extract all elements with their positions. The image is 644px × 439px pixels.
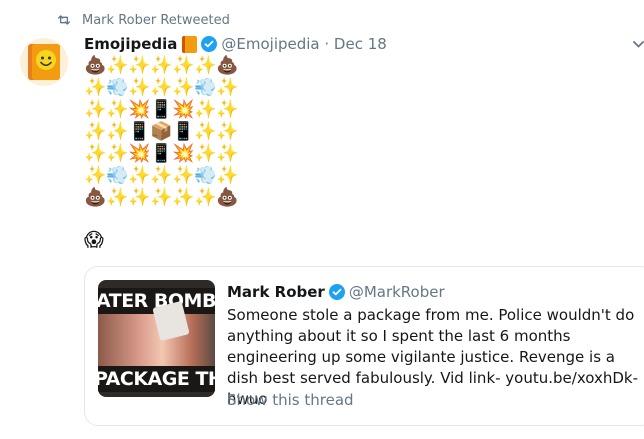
emoji-grid-cell: ✨ (194, 187, 217, 208)
emoji-grid-cell: ✨ (150, 187, 173, 208)
emoji-grid-cell: ✨ (216, 121, 239, 142)
chevron-down-icon[interactable] (633, 38, 644, 50)
emoji-grid-cell: ✨ (172, 187, 195, 208)
emoji-grid-cell: 📦 (150, 121, 173, 142)
retweet-context[interactable]: Mark Rober Retweeted (56, 10, 230, 30)
emoji-grid-cell: ✨ (150, 165, 173, 186)
emoji-grid-cell: ✨ (84, 77, 107, 98)
emoji-grid-cell: ✨ (172, 77, 195, 98)
emoji-grid-cell: ✨ (150, 77, 173, 98)
verified-badge-icon (328, 284, 345, 300)
emojipedia-logo-icon (28, 44, 60, 80)
emoji-grid-cell: 💨 (194, 77, 217, 98)
quoted-handle[interactable]: @MarkRober (349, 283, 445, 301)
emoji-grid-cell: ✨ (106, 187, 129, 208)
quoted-tweet[interactable]: ATER BOMB VS PACKAGE THIEF Mark Rober @M… (84, 266, 644, 426)
emoji-grid-cell: ✨ (106, 99, 129, 120)
author-name[interactable]: Emojipedia (84, 35, 177, 53)
emoji-grid-cell: ✨ (194, 121, 217, 142)
quoted-author-name[interactable]: Mark Rober (227, 283, 325, 301)
emoji-grid-cell: ✨ (150, 55, 173, 76)
emoji-grid-cell: ✨ (84, 143, 107, 164)
emoji-grid-cell: 💥 (172, 99, 195, 120)
emoji-grid-cell: ✨ (106, 55, 129, 76)
reaction-emoji: 😱 (84, 229, 104, 251)
emoji-grid-cell: ✨ (216, 143, 239, 164)
emoji-grid-cell: ✨ (216, 165, 239, 186)
emoji-grid-cell: ✨ (84, 121, 107, 142)
emoji-grid-cell: 💩 (84, 55, 107, 76)
show-thread-link[interactable]: Show this thread (227, 391, 354, 409)
emoji-grid-cell: 💩 (84, 187, 107, 208)
emoji-grid-cell: 📱 (150, 143, 173, 164)
book-emoji-icon (182, 35, 198, 53)
emoji-grid-cell: ✨ (128, 55, 151, 76)
thumbnail-title-bottom: PACKAGE THIEF (98, 366, 215, 392)
emoji-grid-cell: 💨 (106, 77, 129, 98)
verified-badge-icon (201, 36, 218, 52)
retweet-label: Mark Rober Retweeted (82, 12, 230, 28)
emoji-grid-cell: ✨ (106, 121, 129, 142)
emoji-grid-cell: ✨ (194, 55, 217, 76)
emoji-grid-cell: ✨ (128, 187, 151, 208)
emoji-grid-cell: ✨ (172, 55, 195, 76)
emoji-grid-cell: 💩 (216, 55, 239, 76)
emoji-grid-cell: ✨ (106, 143, 129, 164)
emoji-grid-cell: 💥 (128, 99, 151, 120)
avatar[interactable] (20, 38, 68, 86)
emoji-grid-cell: ✨ (84, 165, 107, 186)
emoji-grid-cell: 💨 (194, 165, 217, 186)
emoji-grid-cell: 📱 (172, 121, 195, 142)
video-thumbnail[interactable]: ATER BOMB VS PACKAGE THIEF (98, 280, 215, 397)
emoji-grid-cell: ✨ (194, 143, 217, 164)
emoji-grid-cell: 💩 (216, 187, 239, 208)
emoji-grid-cell: 💥 (128, 143, 151, 164)
tweet-header: Emojipedia @Emojipedia · Dec 18 (84, 33, 387, 55)
emoji-grid-cell: 💨 (106, 165, 129, 186)
emoji-grid-cell: ✨ (128, 165, 151, 186)
retweet-icon (58, 15, 70, 25)
emoji-grid-cell: 💥 (172, 143, 195, 164)
emoji-grid-cell: ✨ (216, 77, 239, 98)
emoji-grid-cell: ✨ (194, 99, 217, 120)
handle-and-date[interactable]: @Emojipedia · Dec 18 (221, 35, 386, 53)
emoji-grid-cell: 📱 (150, 99, 173, 120)
emoji-grid-cell: ✨ (216, 99, 239, 120)
emoji-grid-cell: ✨ (84, 99, 107, 120)
quoted-header: Mark Rober @MarkRober (227, 281, 445, 303)
emoji-grid-cell: 📱 (128, 121, 151, 142)
emoji-grid-cell: ✨ (128, 77, 151, 98)
emoji-grid-cell: ✨ (172, 165, 195, 186)
